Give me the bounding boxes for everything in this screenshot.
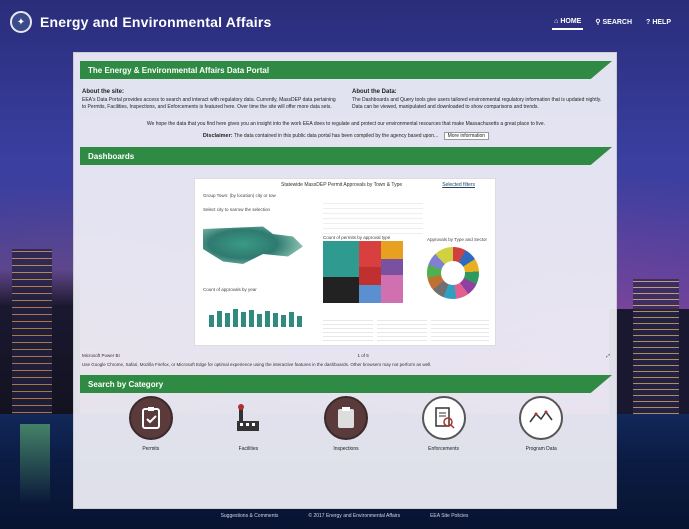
treemap-cell[interactable]	[323, 277, 359, 303]
disclaimer: Disclaimer: The data contained in this p…	[74, 132, 618, 140]
skyline-right	[609, 279, 689, 419]
chart-bar[interactable]	[249, 310, 254, 327]
category-label[interactable]: Program Data	[526, 446, 557, 452]
dashboard-select-label[interactable]: Select city to narrow the selection	[203, 207, 270, 212]
category-label[interactable]: Permits	[142, 446, 159, 452]
main-nav: ⌂ HOME ⚲ SEARCH ? HELP	[552, 15, 673, 30]
treemap-cell[interactable]	[323, 241, 359, 277]
dashboard-title: Statewide MassDEP Permit Approvals by To…	[281, 182, 403, 188]
dashboard-pie-label: Approvals by Type and Sector	[427, 237, 487, 242]
chart-bar[interactable]	[241, 312, 246, 327]
browser-note: Use Google Chrome, Safari, Mozilla Firef…	[82, 362, 432, 367]
about-site-heading: About the site:	[82, 89, 124, 95]
treemap-cell[interactable]	[359, 285, 381, 303]
treemap-cell[interactable]	[381, 275, 403, 303]
footer-copyright: © 2017 Energy and Environmental Affairs	[308, 513, 401, 519]
massachusetts-map[interactable]	[203, 226, 303, 264]
data-table[interactable]	[431, 317, 489, 343]
category-inspections[interactable]: Inspections	[306, 396, 386, 486]
chart-bar[interactable]	[297, 316, 302, 327]
search-icon: ⚲	[595, 19, 601, 26]
dashboard-embed[interactable]: Statewide MassDEP Permit Approvals by To…	[194, 178, 496, 346]
data-table[interactable]	[377, 317, 427, 343]
about-data-heading: About the Data:	[352, 89, 397, 95]
dashboard-filters-link[interactable]: Selected filters	[442, 182, 475, 188]
skyline-left	[0, 249, 80, 419]
dashboard-group-label: Group Town: (by location) city or tow	[203, 193, 276, 198]
clipboard-icon[interactable]	[323, 396, 368, 440]
dashboard-bottom-label: Count of approvals by year	[203, 287, 257, 292]
category-label[interactable]: Inspections	[333, 446, 358, 452]
category-permits[interactable]: Permits	[111, 396, 191, 486]
nav-home-label: HOME	[560, 17, 582, 25]
page-footer: Suggestions & Comments © 2017 Energy and…	[0, 513, 689, 525]
about-site-text: EEA's Data Portal provides access to sea…	[82, 97, 336, 110]
category-list: Permits Facilities Inspections Enforceme…	[74, 396, 618, 486]
category-facilities[interactable]: Facilities	[208, 396, 288, 486]
treemap-cell[interactable]	[381, 259, 403, 275]
help-icon: ?	[646, 18, 651, 26]
dashboard-tree-label: Count of permits by approval type	[323, 235, 391, 240]
chart-bar[interactable]	[233, 309, 238, 327]
chart-bar[interactable]	[273, 313, 278, 327]
about-data-text: The Dashboards and Query tools give user…	[352, 97, 602, 110]
disclaimer-text: The data contained in this public data p…	[233, 133, 439, 139]
powerbi-link[interactable]: Microsoft Power BI	[82, 353, 120, 358]
chart-bar[interactable]	[225, 313, 230, 327]
document-search-icon[interactable]	[421, 396, 466, 440]
footer-suggestions-link[interactable]: Suggestions & Comments	[221, 513, 279, 525]
hope-text: We hope the data that you find here give…	[146, 121, 546, 127]
about-data: About the Data: The Dashboards and Query…	[352, 89, 610, 110]
chart-bar[interactable]	[217, 311, 222, 327]
more-information-button[interactable]: More information	[443, 132, 490, 140]
chart-bar[interactable]	[209, 315, 214, 327]
clipboard-check-icon[interactable]	[128, 396, 173, 440]
line-chart-icon[interactable]	[519, 396, 564, 440]
home-icon: ⌂	[554, 17, 559, 25]
factory-icon[interactable]	[226, 396, 270, 440]
about-section: About the site: EEA's Data Portal provid…	[82, 89, 610, 110]
footer-policies-link[interactable]: EEA Site Policies	[430, 513, 468, 525]
disclaimer-label: Disclaimer:	[202, 133, 233, 139]
nav-search-label: SEARCH	[602, 18, 633, 26]
nav-home[interactable]: ⌂ HOME	[552, 15, 584, 30]
dashboard-pager[interactable]: 1 of 5	[357, 353, 368, 358]
about-site: About the site: EEA's Data Portal provid…	[82, 89, 340, 110]
state-seal-icon[interactable]: ✦	[10, 11, 32, 33]
category-banner: Search by Category	[80, 375, 612, 393]
treemap-cell[interactable]	[381, 241, 403, 259]
treemap-cell[interactable]	[359, 267, 381, 285]
approvals-table[interactable]	[323, 199, 423, 235]
treemap-cell[interactable]	[359, 241, 381, 267]
top-navigation-bar: ✦ Energy and Environmental Affairs ⌂ HOM…	[0, 0, 689, 44]
share-icon[interactable]: ⤢	[606, 353, 610, 358]
nav-help[interactable]: ? HELP	[644, 15, 673, 30]
category-label[interactable]: Facilities	[239, 446, 258, 452]
chart-bar[interactable]	[289, 312, 294, 327]
chart-bar[interactable]	[281, 315, 286, 327]
data-table[interactable]	[323, 317, 373, 343]
category-enforcements[interactable]: Enforcements	[404, 396, 484, 486]
permit-treemap[interactable]	[323, 241, 403, 303]
portal-banner: The Energy & Environmental Affairs Data …	[80, 61, 612, 79]
main-panel: The Energy & Environmental Affairs Data …	[73, 52, 617, 509]
dashboards-banner: Dashboards	[80, 147, 612, 165]
chart-bar[interactable]	[265, 311, 270, 327]
nav-search[interactable]: ⚲ SEARCH	[593, 15, 634, 30]
nav-help-label: HELP	[652, 18, 671, 26]
dashboard-footer: Microsoft Power BI 1 of 5 ⤢	[82, 350, 610, 360]
category-label[interactable]: Enforcements	[428, 446, 459, 452]
sector-donut-chart[interactable]	[427, 247, 479, 299]
category-program-data[interactable]: Program Data	[501, 396, 581, 486]
site-title[interactable]: Energy and Environmental Affairs	[40, 14, 272, 30]
chart-bar[interactable]	[257, 314, 262, 327]
